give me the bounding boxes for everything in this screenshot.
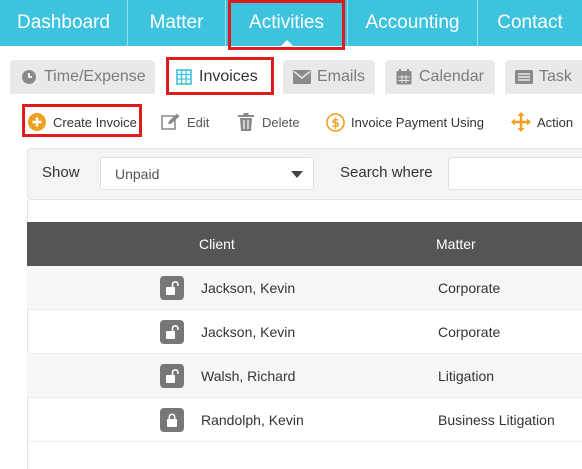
client-cell: Jackson, Kevin	[201, 324, 296, 340]
invoice-toolbar: Create Invoice Edit Delete $ Invoice Pay…	[0, 104, 582, 140]
matter-cell: Litigation	[438, 368, 495, 384]
tab-invoices[interactable]: Invoices	[165, 60, 273, 94]
client-cell: Walsh, Richard	[201, 368, 296, 384]
unlocked-icon[interactable]	[160, 276, 184, 300]
table-row[interactable]: Jackson, Kevin Corporate	[27, 266, 582, 310]
filter-bar: Show Unpaid Search where	[27, 148, 582, 200]
tab-time-expense[interactable]: Time/Expense	[10, 60, 155, 94]
tab-calendar-label: Calendar	[419, 68, 484, 85]
tab-emails[interactable]: Emails	[283, 60, 375, 94]
table-row[interactable]: Walsh, Richard Litigation	[27, 354, 582, 398]
table-row[interactable]: Randolph, Kevin Business Litigation	[27, 398, 582, 442]
invoice-grid-icon	[175, 68, 193, 86]
matter-cell: Corporate	[438, 280, 501, 296]
tab-time-expense-label: Time/Expense	[44, 68, 146, 85]
activity-tabs: Time/Expense Invoices Emails Calendar Ta…	[0, 60, 582, 94]
nav-activities-label: Activities	[249, 12, 324, 33]
nav-dashboard[interactable]: Dashboard	[0, 0, 128, 46]
move-arrows-icon	[511, 112, 531, 132]
nav-accounting-label: Accounting	[365, 12, 460, 33]
tab-invoices-label: Invoices	[199, 68, 258, 85]
edit-label: Edit	[187, 114, 210, 130]
nav-contact[interactable]: Contact	[478, 0, 582, 46]
nav-contact-label: Contact	[497, 12, 563, 33]
task-list-icon	[515, 68, 533, 86]
delete-button[interactable]: Delete	[236, 104, 300, 140]
main-nav: Dashboard Matter Activities Accounting C…	[0, 0, 582, 47]
search-input[interactable]	[448, 157, 582, 190]
nav-accounting[interactable]: Accounting	[348, 0, 478, 46]
clock-icon	[20, 68, 38, 86]
unlocked-icon[interactable]	[160, 320, 184, 344]
delete-label: Delete	[262, 114, 300, 130]
column-header-matter[interactable]: Matter	[436, 236, 476, 252]
trash-icon	[236, 112, 256, 132]
table-row[interactable]: Jackson, Kevin Corporate	[27, 310, 582, 354]
tab-task-label: Task	[539, 68, 572, 85]
create-invoice-button[interactable]: Create Invoice	[27, 104, 137, 140]
unlocked-icon[interactable]	[160, 364, 184, 388]
tab-calendar[interactable]: Calendar	[385, 60, 495, 94]
nav-matter[interactable]: Matter	[128, 0, 226, 46]
invoice-payment-button[interactable]: $ Invoice Payment Using	[325, 104, 484, 140]
edit-icon	[161, 112, 181, 132]
nav-matter-label: Matter	[149, 12, 204, 33]
action-label: Action	[537, 114, 574, 130]
search-where-label: Search where	[340, 164, 433, 181]
locked-icon[interactable]	[160, 408, 184, 432]
edit-button[interactable]: Edit	[161, 104, 209, 140]
dropdown-arrow-icon	[291, 171, 303, 178]
calendar-icon	[395, 68, 413, 86]
plus-circle-icon	[27, 112, 47, 132]
invoice-table: Client Matter Jackson, Kevin Corporate J…	[27, 222, 582, 442]
tab-emails-label: Emails	[317, 68, 366, 85]
client-cell: Jackson, Kevin	[201, 280, 296, 296]
invoice-payment-label: Invoice Payment Using	[351, 114, 484, 130]
client-cell: Randolph, Kevin	[201, 412, 304, 428]
nav-activities[interactable]: Activities	[226, 0, 348, 47]
matter-cell: Business Litigation	[438, 412, 555, 428]
column-header-client[interactable]: Client	[199, 236, 235, 252]
tab-task[interactable]: Task	[505, 60, 582, 94]
table-header: Client Matter	[27, 222, 582, 266]
dollar-circle-icon: $	[325, 112, 345, 132]
show-label: Show	[42, 164, 80, 181]
create-invoice-label: Create Invoice	[53, 114, 137, 130]
matter-cell: Corporate	[438, 324, 501, 340]
svg-text:$: $	[331, 115, 339, 129]
show-select-value: Unpaid	[115, 165, 160, 182]
envelope-icon	[293, 68, 311, 86]
action-button[interactable]: Action	[511, 104, 573, 140]
active-caret-icon	[279, 40, 294, 47]
nav-dashboard-label: Dashboard	[17, 12, 110, 33]
show-select[interactable]: Unpaid	[100, 157, 314, 190]
